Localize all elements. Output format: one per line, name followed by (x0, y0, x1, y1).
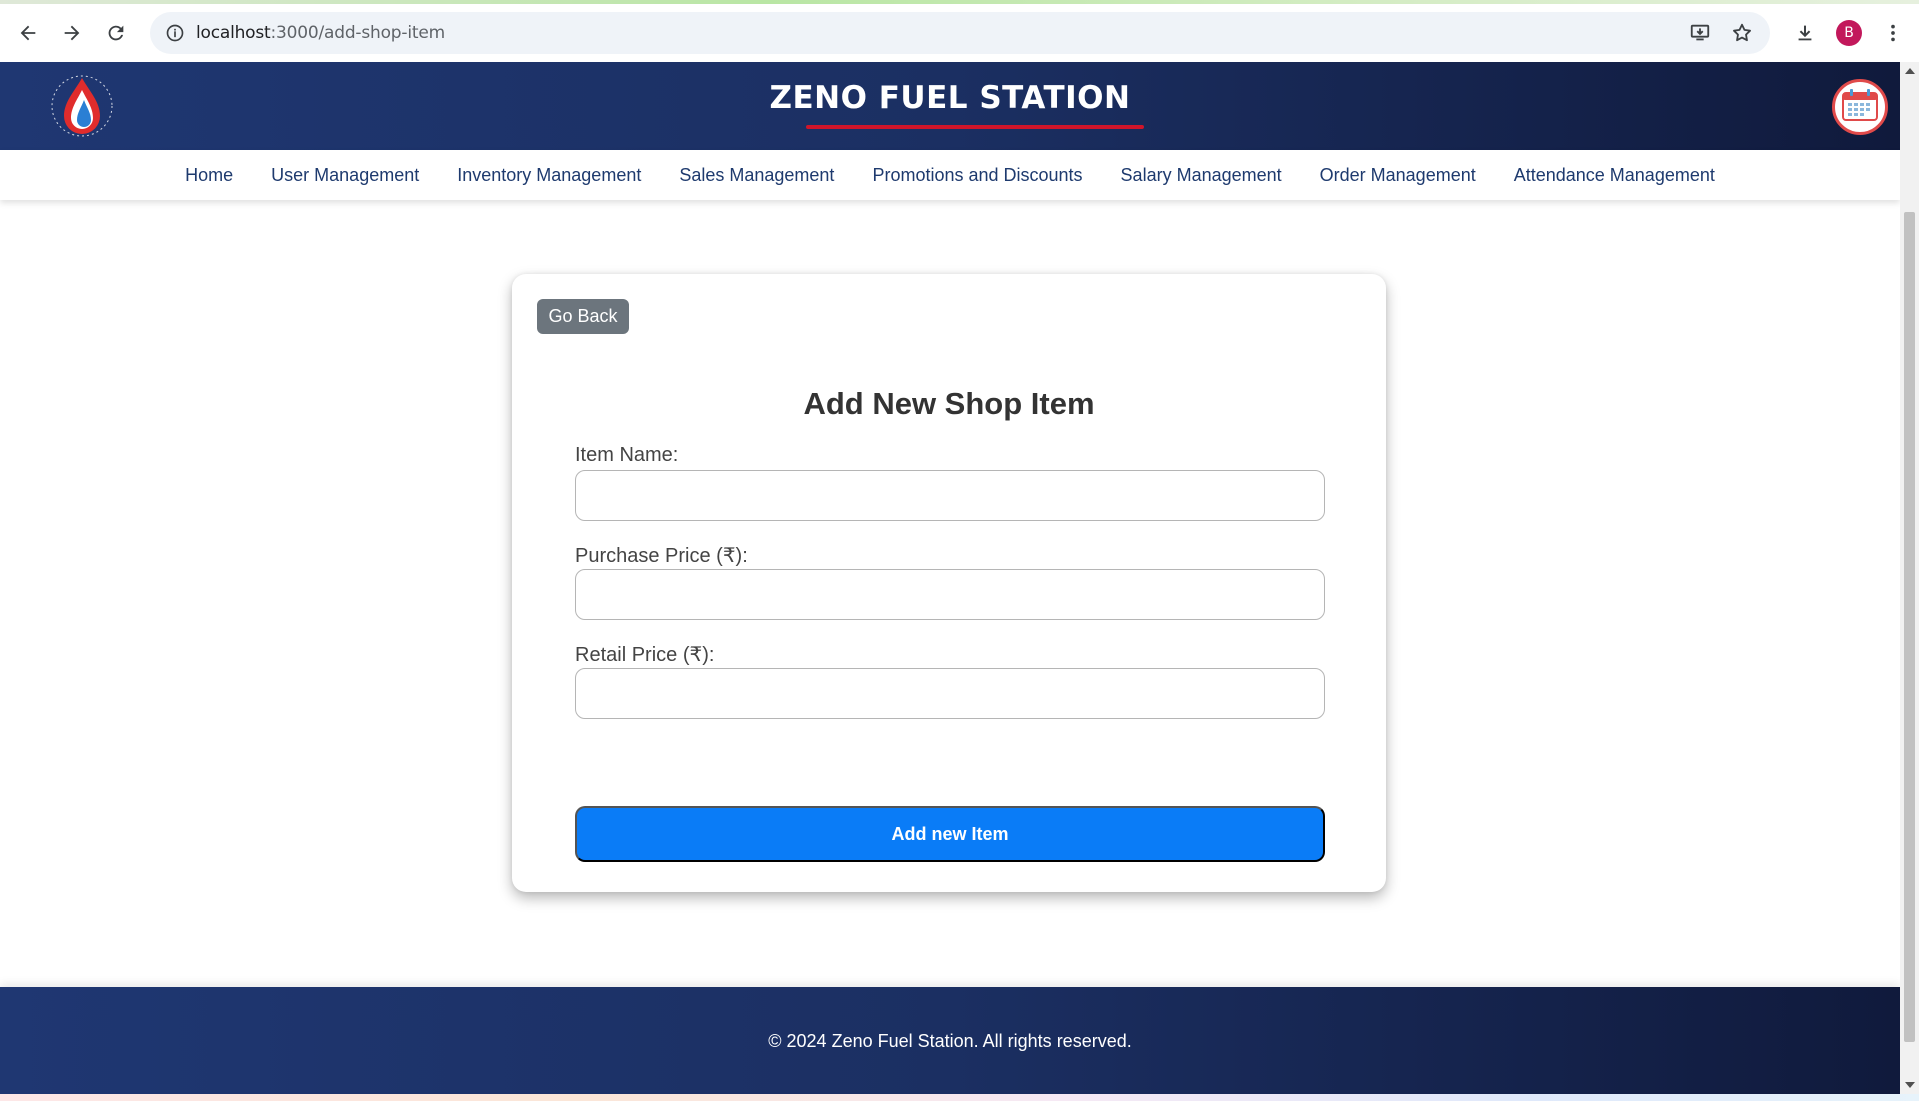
add-new-item-button[interactable]: Add new Item (575, 806, 1325, 862)
site-header: ZENO FUEL STATION (0, 62, 1900, 150)
purchase-price-input[interactable] (575, 569, 1325, 620)
main-nav: Home User Management Inventory Managemen… (0, 150, 1900, 200)
site-title: ZENO FUEL STATION (769, 80, 1131, 116)
page-scrollbar[interactable] (1900, 62, 1919, 1094)
window-bottom-edge (0, 1094, 1919, 1101)
nav-promotions-and-discounts[interactable]: Promotions and Discounts (853, 165, 1101, 186)
nav-sales-management[interactable]: Sales Management (660, 165, 853, 186)
go-back-button[interactable]: Go Back (537, 299, 629, 334)
form-title: Add New Shop Item (803, 386, 1095, 421)
reload-icon[interactable] (94, 11, 138, 55)
title-underline (806, 125, 1144, 129)
site-footer: © 2024 Zeno Fuel Station. All rights res… (0, 987, 1900, 1094)
add-item-card: Go Back Add New Shop Item Item Name: Pur… (512, 274, 1386, 892)
calendar-button[interactable] (1832, 79, 1888, 135)
nav-inventory-management[interactable]: Inventory Management (438, 165, 660, 186)
nav-attendance-management[interactable]: Attendance Management (1495, 165, 1734, 186)
nav-salary-management[interactable]: Salary Management (1102, 165, 1301, 186)
purchase-price-label: Purchase Price (₹): (575, 545, 748, 567)
site-info-icon[interactable] (154, 12, 196, 54)
scrollbar-thumb[interactable] (1904, 212, 1915, 1042)
scroll-down-arrow-icon[interactable] (1905, 1082, 1915, 1088)
downloads-icon[interactable] (1783, 11, 1827, 55)
retail-price-label: Retail Price (₹): (575, 644, 715, 666)
item-name-label: Item Name: (575, 444, 679, 466)
install-app-icon[interactable] (1682, 15, 1718, 51)
calendar-icon (1841, 88, 1879, 127)
scroll-up-arrow-icon[interactable] (1905, 68, 1915, 74)
back-arrow-icon[interactable] (6, 11, 50, 55)
page-viewport: ZENO FUEL STATION Home User Management I… (0, 62, 1900, 1094)
nav-user-management[interactable]: User Management (252, 165, 438, 186)
item-name-input[interactable] (575, 470, 1325, 521)
url-text: localhost:3000/add-shop-item (196, 23, 445, 43)
url-host: localhost (196, 23, 271, 43)
address-bar[interactable]: localhost:3000/add-shop-item (150, 12, 1770, 54)
profile-avatar: B (1836, 20, 1862, 46)
bookmark-star-icon[interactable] (1724, 15, 1760, 51)
url-path: :3000/add-shop-item (270, 23, 446, 43)
nav-order-management[interactable]: Order Management (1301, 165, 1495, 186)
retail-price-input[interactable] (575, 668, 1325, 719)
footer-copyright: © 2024 Zeno Fuel Station. All rights res… (768, 1031, 1132, 1051)
nav-home[interactable]: Home (166, 165, 252, 186)
forward-arrow-icon[interactable] (50, 11, 94, 55)
browser-toolbar: localhost:3000/add-shop-item B (0, 4, 1919, 62)
profile-button[interactable]: B (1827, 11, 1871, 55)
browser-menu-icon[interactable] (1871, 11, 1915, 55)
